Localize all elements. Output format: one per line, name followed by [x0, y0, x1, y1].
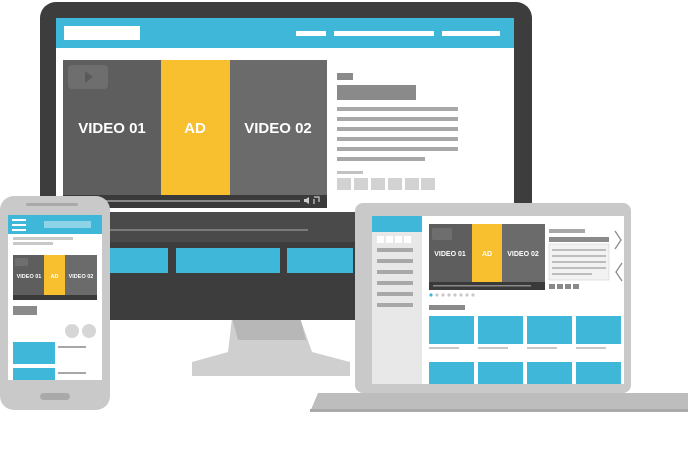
video-player[interactable]: VIDEO 01 AD VIDEO 02 — [13, 255, 97, 300]
sidebar-item[interactable] — [377, 303, 413, 307]
segment-label: VIDEO 02 — [244, 120, 312, 137]
thumbnail-card[interactable] — [108, 248, 168, 273]
thumbnail-card[interactable] — [576, 316, 621, 344]
thumbnail-card[interactable] — [527, 316, 572, 344]
share-icon[interactable] — [421, 178, 435, 190]
device-scene: VIDEO 01 AD VIDEO 02 VIDEO 01 AD VIDEO 0… — [0, 2, 688, 412]
sidebar-item[interactable] — [377, 248, 413, 252]
thumbnail-card[interactable] — [13, 342, 55, 364]
share-icon[interactable] — [405, 178, 419, 190]
play-icon[interactable] — [15, 258, 28, 266]
segment-label: VIDEO 01 — [434, 251, 466, 258]
thumbnail-card[interactable] — [527, 362, 572, 384]
segment-label: VIDEO 02 — [69, 274, 94, 280]
share-icon[interactable] — [65, 324, 79, 338]
segment-label: VIDEO 01 — [17, 274, 42, 280]
share-icon[interactable] — [82, 324, 96, 338]
smartphone: VIDEO 01 AD VIDEO 02 — [0, 196, 110, 410]
nav-link[interactable] — [442, 31, 500, 36]
segment-label: VIDEO 01 — [78, 120, 146, 137]
share-icon[interactable] — [371, 178, 385, 190]
phone-speaker — [26, 203, 78, 206]
sidebar-item[interactable] — [377, 259, 413, 263]
thumbnail-card[interactable] — [429, 316, 474, 344]
thumbnail-card[interactable] — [478, 316, 523, 344]
thumbnail-card[interactable] — [287, 248, 353, 273]
segment-label: AD — [184, 120, 206, 137]
thumbnail-card[interactable] — [176, 248, 280, 273]
video-player[interactable]: VIDEO 01 AD VIDEO 02 — [63, 60, 327, 208]
progress-bar[interactable] — [433, 285, 531, 287]
nav-link[interactable] — [334, 31, 434, 36]
sidebar-item[interactable] — [377, 292, 413, 296]
share-icon[interactable] — [354, 178, 368, 190]
video-player[interactable]: VIDEO 01 AD VIDEO 02 — [429, 224, 545, 290]
player-controls — [13, 295, 97, 300]
sidebar-item[interactable] — [377, 281, 413, 285]
share-icon[interactable] — [388, 178, 402, 190]
segment-label: AD — [482, 251, 492, 258]
share-icon[interactable] — [337, 178, 351, 190]
sidebar-item[interactable] — [377, 270, 413, 274]
thumbnail-card[interactable] — [576, 362, 621, 384]
laptop: VIDEO 01 AD VIDEO 02 — [310, 203, 688, 412]
thumbnail-card[interactable] — [13, 368, 55, 380]
content-title — [337, 85, 416, 100]
nav-link[interactable] — [296, 31, 326, 36]
home-button[interactable] — [40, 393, 70, 400]
segment-label: AD — [51, 274, 59, 280]
thumbnail-card[interactable] — [478, 362, 523, 384]
thumbnail-card[interactable] — [429, 362, 474, 384]
site-logo[interactable] — [64, 26, 140, 40]
hamburger-icon[interactable] — [12, 219, 26, 231]
segment-label: VIDEO 02 — [507, 251, 539, 258]
play-icon[interactable] — [432, 228, 452, 240]
